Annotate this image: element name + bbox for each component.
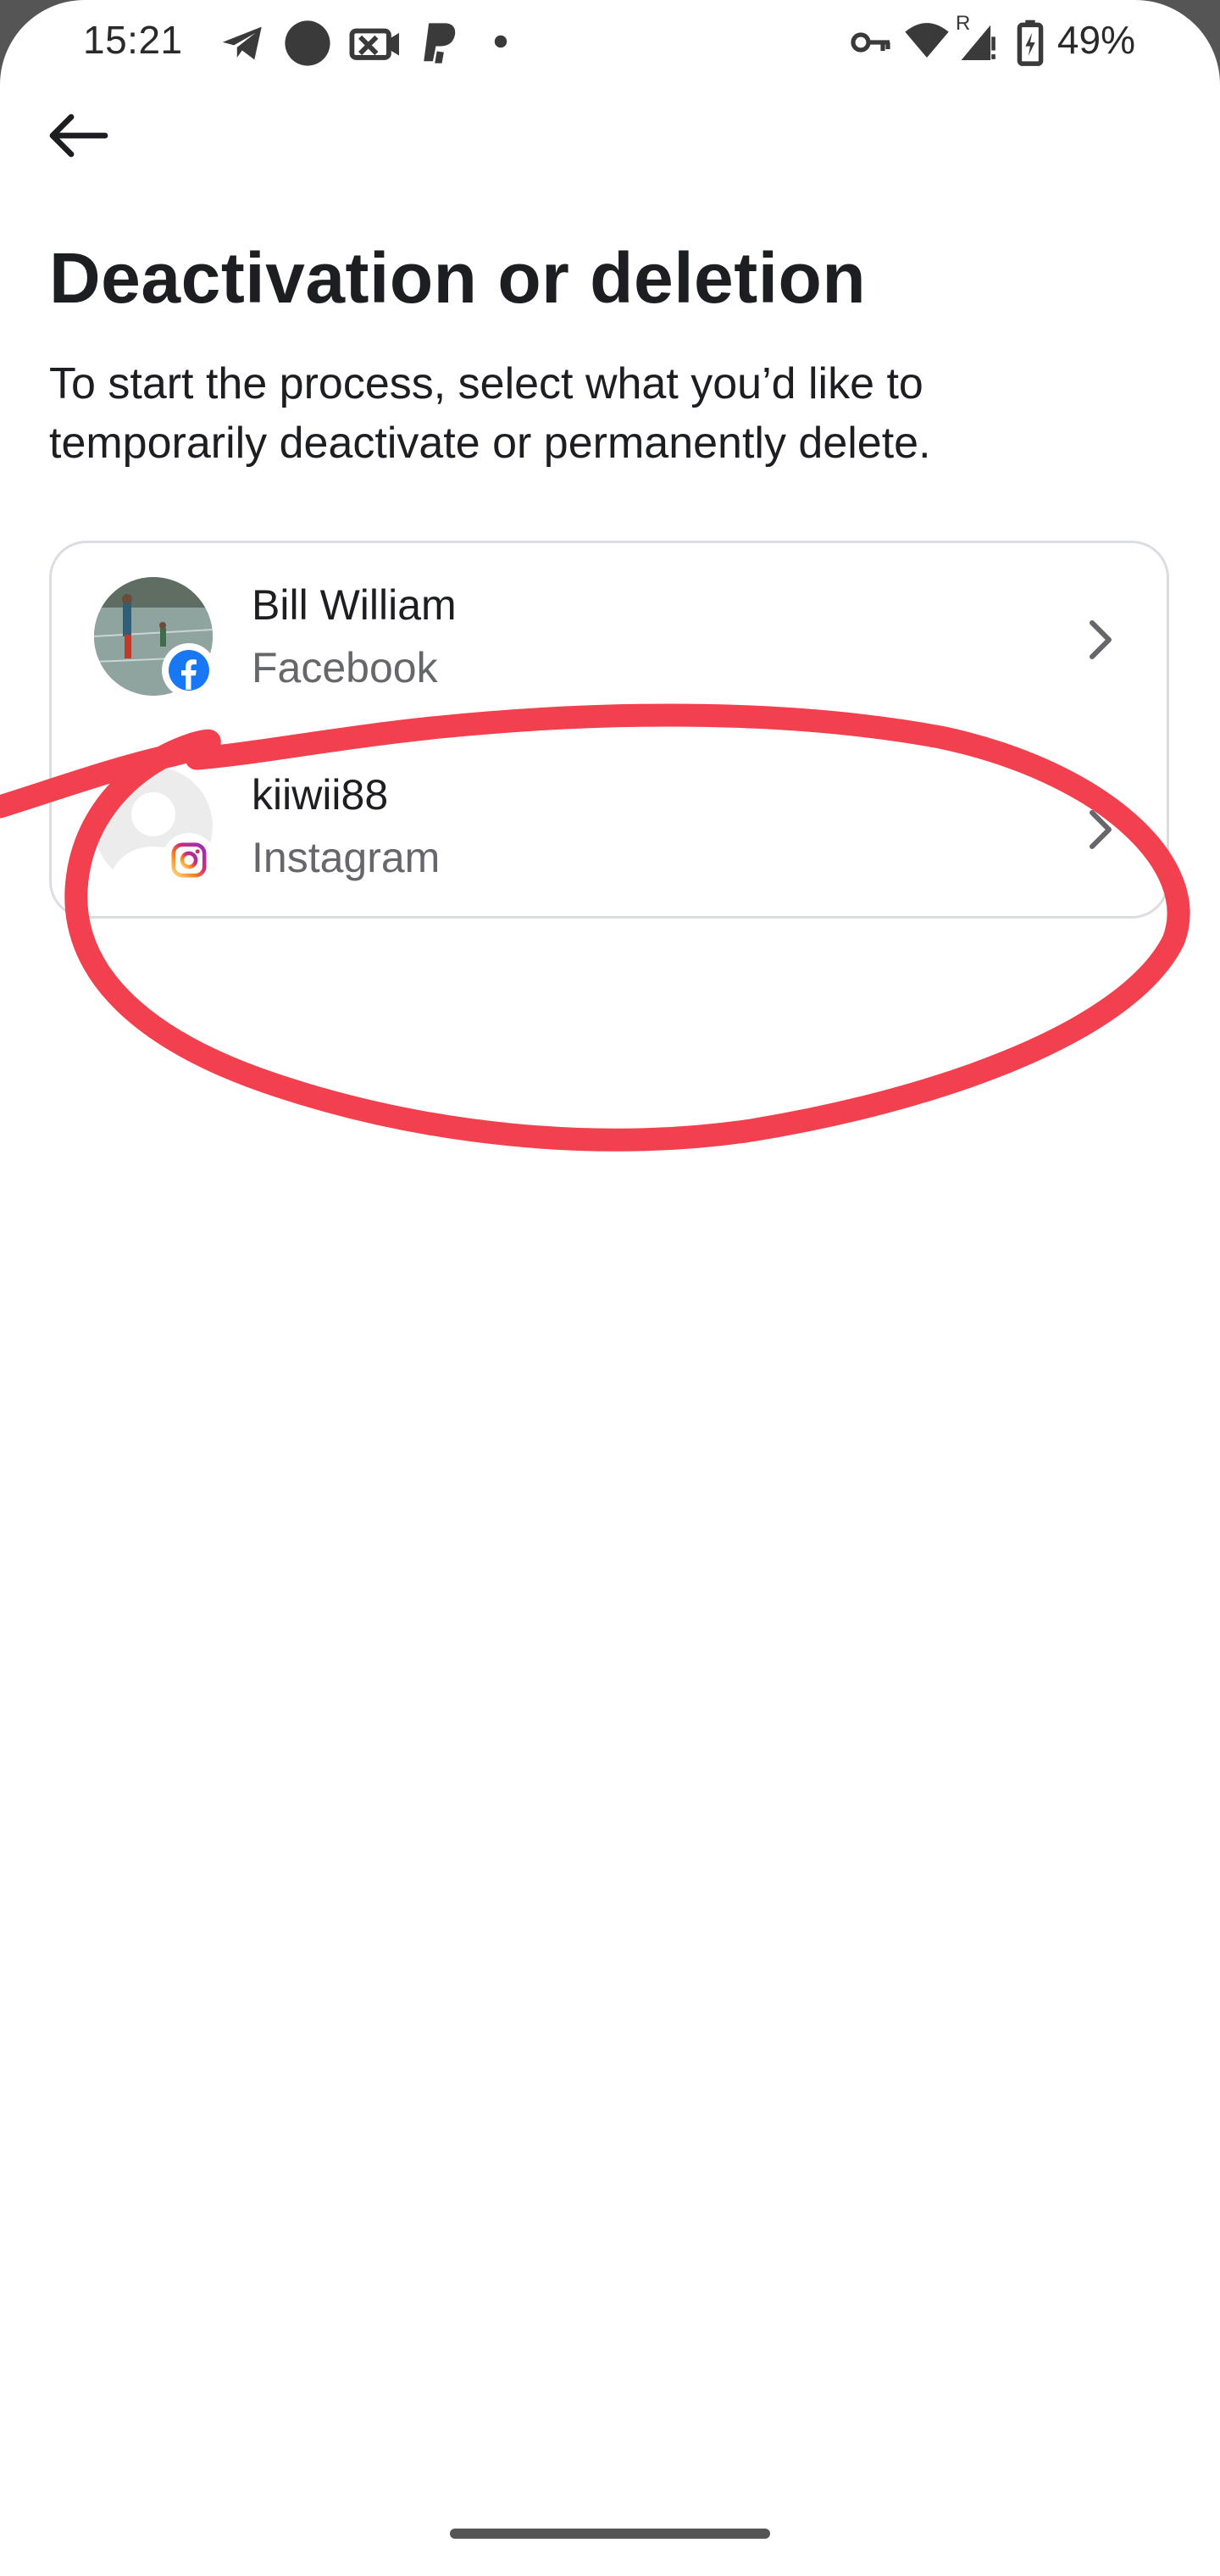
account-name: kiiwii88 — [252, 771, 389, 819]
page-subtitle: To start the process, select what you’d … — [49, 359, 931, 468]
telegram-icon — [222, 26, 262, 60]
facebook-icon — [169, 650, 209, 691]
dot-icon — [494, 35, 507, 48]
account-platform: Instagram — [252, 834, 441, 881]
account-name: Bill William — [252, 581, 457, 629]
wifi-icon — [905, 23, 949, 58]
vpn-key-icon — [851, 32, 890, 53]
screen: 15:21 R 49% Deactivation or deletion To … — [0, 0, 1220, 2576]
facebook-badge — [162, 643, 216, 697]
battery-icon — [1017, 19, 1044, 66]
account-platform: Facebook — [252, 644, 438, 691]
account-row-facebook[interactable]: Bill William Facebook — [52, 543, 1167, 733]
instagram-icon — [171, 842, 207, 878]
camera-off-icon — [349, 28, 399, 60]
status-time: 15:21 — [83, 18, 183, 62]
signal-icon — [961, 25, 995, 61]
back-button[interactable] — [44, 108, 112, 163]
chevron-right-icon — [1090, 620, 1112, 659]
page-title: Deactivation or deletion — [49, 238, 867, 318]
arrow-left-icon — [49, 114, 108, 158]
accounts-card: Bill William Facebook kiiwii88 Instagram — [49, 541, 1169, 919]
battery-percent: 49% — [1056, 18, 1135, 62]
status-bar: 15:21 R 49% — [0, 0, 1220, 93]
home-indicator[interactable] — [450, 2529, 770, 2539]
circle-icon — [285, 20, 330, 66]
paypal-icon — [424, 23, 456, 64]
instagram-badge — [162, 833, 216, 887]
account-row-instagram[interactable]: kiiwii88 Instagram — [52, 733, 1167, 923]
chevron-right-icon — [1090, 810, 1112, 849]
